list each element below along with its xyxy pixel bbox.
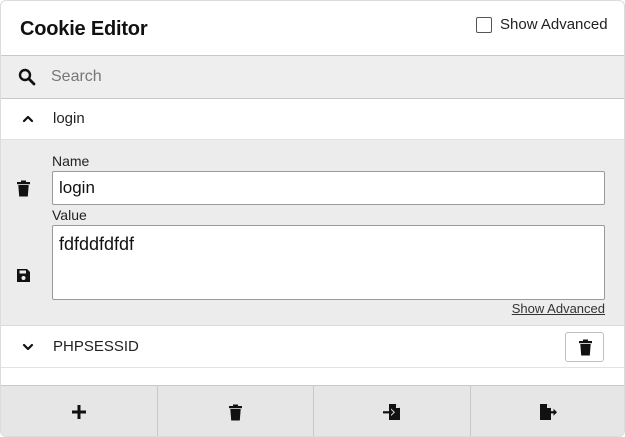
search-bar: [1, 55, 624, 99]
add-cookie-button[interactable]: [1, 386, 158, 436]
value-field[interactable]: fdfddfdfdf: [52, 225, 605, 300]
import-button[interactable]: [314, 386, 471, 436]
name-field[interactable]: [52, 171, 605, 205]
cookie-editor-window: Cookie Editor Show Advanced login Na: [0, 0, 625, 437]
footer-toolbar: [1, 385, 625, 436]
cookie-name: login: [53, 110, 85, 127]
app-title: Cookie Editor: [20, 18, 148, 40]
cookie-details-login: Name Value fdfddfdfdf Show Advanced: [1, 140, 624, 326]
trash-icon[interactable]: [16, 180, 31, 197]
show-advanced-checkbox[interactable]: [476, 16, 492, 33]
trash-icon: [228, 404, 242, 420]
export-icon: [540, 404, 558, 420]
name-label: Name: [52, 153, 90, 169]
plus-icon: [71, 405, 86, 419]
cookie-row-login[interactable]: login: [1, 99, 624, 140]
cookie-row-phpsessid[interactable]: PHPSESSID: [1, 327, 624, 368]
export-button[interactable]: [471, 386, 625, 436]
import-icon: [382, 404, 400, 420]
show-advanced-link[interactable]: Show Advanced: [512, 301, 605, 316]
delete-all-button[interactable]: [158, 386, 314, 436]
save-icon[interactable]: [16, 268, 31, 283]
search-icon: [18, 68, 36, 86]
delete-cookie-button[interactable]: [565, 332, 604, 362]
show-advanced-toggle[interactable]: Show Advanced: [476, 16, 608, 33]
chevron-down-icon[interactable]: [21, 340, 35, 354]
value-label: Value: [52, 207, 87, 223]
cookie-name: PHPSESSID: [53, 338, 139, 355]
trash-icon: [579, 339, 592, 356]
show-advanced-label[interactable]: Show Advanced: [500, 16, 608, 33]
header: Cookie Editor Show Advanced: [1, 1, 624, 56]
chevron-up-icon[interactable]: [21, 112, 35, 126]
search-input[interactable]: [43, 62, 613, 92]
